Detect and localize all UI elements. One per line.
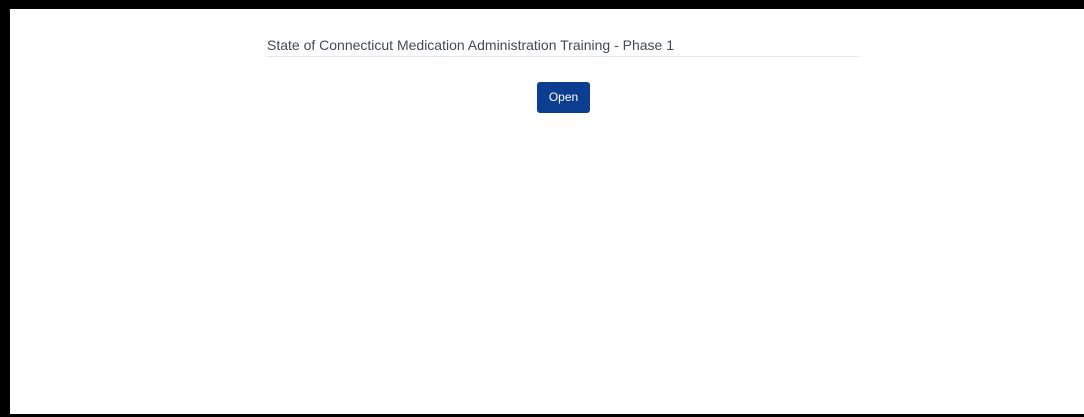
course-title: State of Connecticut Medication Administ… — [267, 37, 674, 53]
open-button[interactable]: Open — [537, 82, 590, 113]
content-area: State of Connecticut Medication Administ… — [10, 9, 1084, 414]
page: { "course": { "title": "State of Connect… — [0, 0, 1084, 417]
course-header: State of Connecticut Medication Administ… — [267, 34, 859, 57]
